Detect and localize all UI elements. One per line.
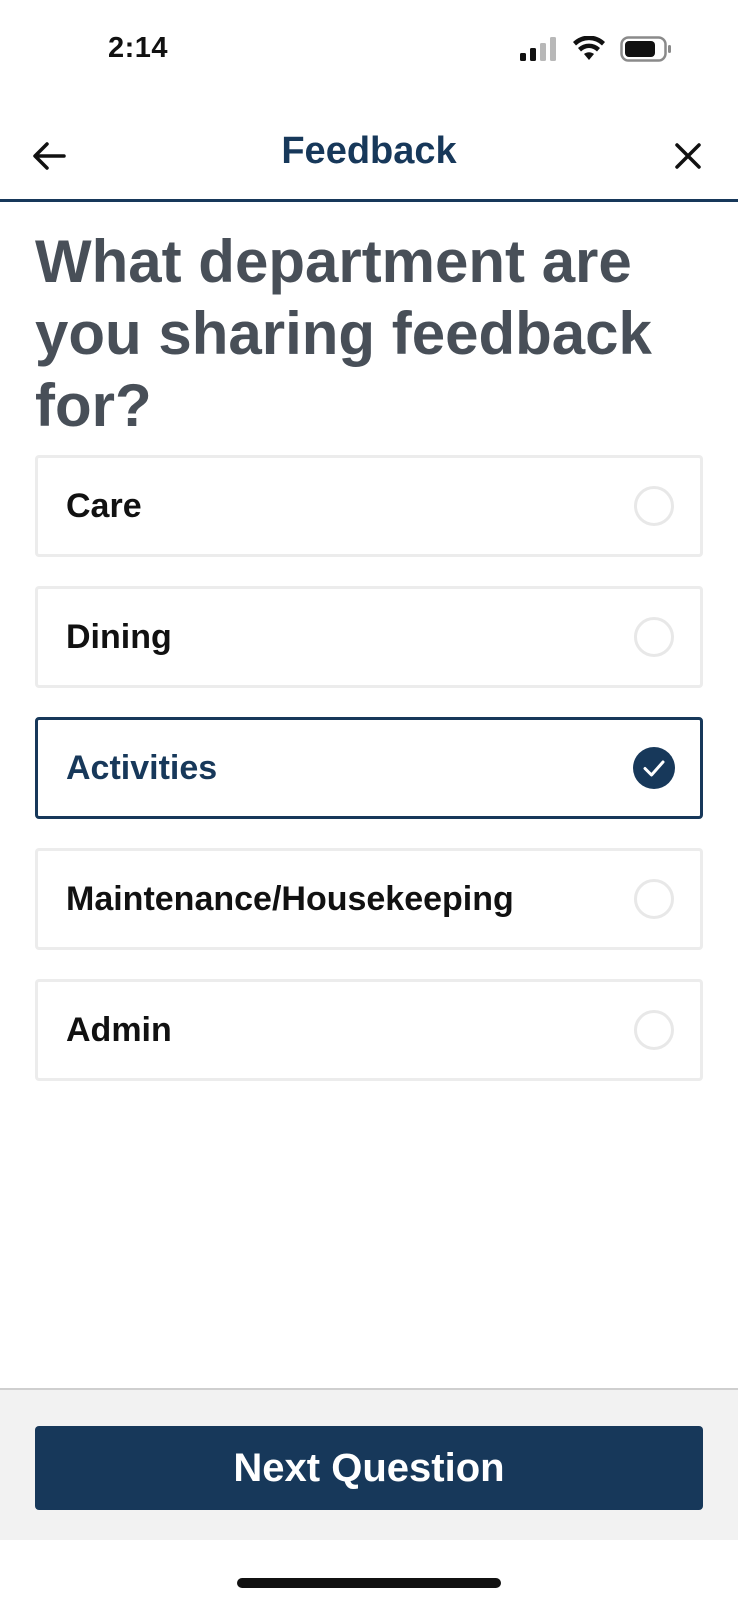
radio-unchecked-icon[interactable] xyxy=(634,1010,674,1050)
radio-checked-icon[interactable] xyxy=(633,747,675,789)
battery-icon xyxy=(620,36,672,67)
question-heading: What department are you sharing feedback… xyxy=(35,228,652,439)
option-label: Admin xyxy=(66,1011,172,1049)
footer: Next Question xyxy=(0,1388,738,1540)
page-title: Feedback xyxy=(281,130,457,172)
cellular-signal-icon xyxy=(520,37,558,66)
option-dining[interactable]: Dining xyxy=(35,586,703,688)
options-list: Care Dining Activities Maintenance/House… xyxy=(35,455,703,1110)
radio-unchecked-icon[interactable] xyxy=(634,617,674,657)
radio-unchecked-icon[interactable] xyxy=(634,879,674,919)
wifi-icon xyxy=(572,35,606,67)
radio-unchecked-icon[interactable] xyxy=(634,486,674,526)
option-admin[interactable]: Admin xyxy=(35,979,703,1081)
option-label: Care xyxy=(66,487,142,525)
option-activities[interactable]: Activities xyxy=(35,717,703,819)
status-time: 2:14 xyxy=(108,32,169,64)
home-indicator xyxy=(237,1578,501,1588)
nav-bar: Feedback xyxy=(0,110,738,202)
option-maintenance-housekeeping[interactable]: Maintenance/Housekeeping xyxy=(35,848,703,950)
option-label: Maintenance/Housekeeping xyxy=(66,880,514,918)
option-label: Dining xyxy=(66,618,172,656)
status-bar: 2:14 xyxy=(0,0,738,100)
option-label: Activities xyxy=(66,749,218,787)
status-icons xyxy=(520,35,672,67)
next-question-button[interactable]: Next Question xyxy=(35,1426,703,1510)
close-icon[interactable] xyxy=(668,136,708,176)
option-care[interactable]: Care xyxy=(35,455,703,557)
